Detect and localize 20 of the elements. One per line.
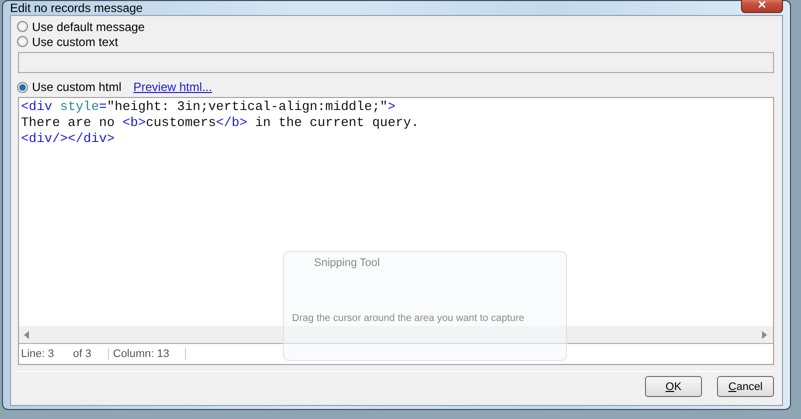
code-line: <div style="height: 3in;vertical-align:middle;"> xyxy=(21,99,397,115)
dialog-button[interactable]: OK xyxy=(645,376,702,397)
horizontal-scrollbar[interactable] xyxy=(19,326,773,344)
scroll-right-icon[interactable] xyxy=(762,330,768,338)
code-line: There are no <b>customers</b> in the current query. xyxy=(21,115,420,131)
radio-option[interactable]: Use custom text xyxy=(17,34,774,49)
custom-text-field[interactable] xyxy=(18,52,774,73)
code-line: <div/></div> xyxy=(21,131,116,147)
line-indicator: Line: 3 xyxy=(20,348,56,360)
snipping-tool-hint: Drag the cursor around the area you want to capture xyxy=(292,313,524,324)
close-button[interactable]: × xyxy=(741,0,783,12)
line-count: of 3 xyxy=(73,348,109,360)
dialog-button[interactable]: Cancel xyxy=(717,376,774,397)
window-title: Edit no records message xyxy=(10,1,143,15)
snipping-tool-title: Snipping Tool xyxy=(314,257,380,269)
scroll-left-icon[interactable] xyxy=(24,330,30,338)
radio-option[interactable]: Use default message xyxy=(17,19,774,34)
column-indicator: Column: 13 xyxy=(109,348,186,360)
radio-option[interactable]: Use custom html xyxy=(17,80,122,94)
preview-link[interactable]: Preview html... xyxy=(133,80,212,94)
